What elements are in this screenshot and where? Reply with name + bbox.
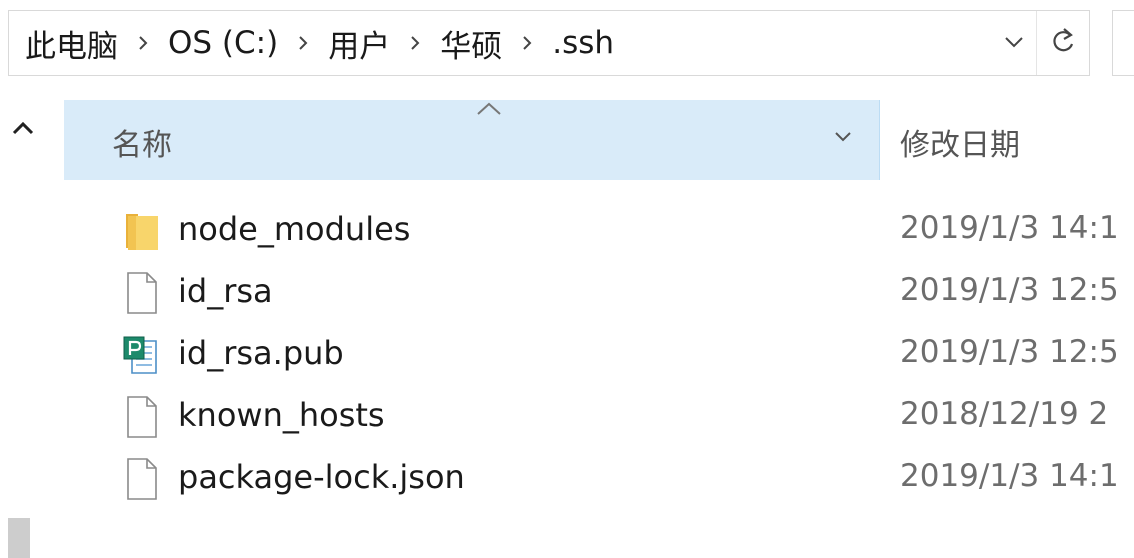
column-header-name[interactable]: 名称 — [64, 100, 880, 180]
sort-ascending-icon — [476, 100, 502, 120]
file-date: 2019/1/3 14:1 — [900, 458, 1119, 494]
folder-icon — [120, 206, 164, 256]
file-icon — [120, 392, 164, 442]
scroll-up-arrow-icon[interactable] — [12, 120, 34, 139]
list-item[interactable]: node_modules 2019/1/3 14:1 — [120, 200, 1134, 262]
chevron-down-icon[interactable] — [834, 128, 852, 147]
column-header-name-label: 名称 — [112, 128, 172, 163]
address-history-button[interactable] — [992, 11, 1036, 75]
scroll-thumb[interactable] — [8, 518, 30, 558]
file-name: id_rsa — [178, 272, 273, 310]
file-name: package-lock.json — [178, 458, 465, 496]
list-item[interactable]: package-lock.json 2019/1/3 14:1 — [120, 448, 1134, 510]
file-name: node_modules — [178, 210, 411, 248]
file-icon — [120, 268, 164, 318]
chevron-right-icon[interactable] — [278, 35, 328, 51]
chevron-down-icon — [1004, 34, 1024, 53]
breadcrumb: 此电脑 OS (C:) 用户 华硕 .ssh — [9, 21, 992, 66]
list-item[interactable]: id_rsa.pub 2019/1/3 12:5 — [120, 324, 1134, 386]
breadcrumb-asus[interactable]: 华硕 — [440, 21, 502, 66]
breadcrumb-users[interactable]: 用户 — [328, 21, 390, 66]
breadcrumb-os-c[interactable]: OS (C:) — [168, 25, 278, 61]
column-header-date-modified[interactable]: 修改日期 — [900, 120, 1020, 164]
column-header-row: 名称 修改日期 — [64, 100, 1134, 180]
chevron-right-icon[interactable] — [390, 35, 440, 51]
address-bar[interactable]: 此电脑 OS (C:) 用户 华硕 .ssh — [8, 10, 1090, 76]
breadcrumb-this-pc[interactable]: 此电脑 — [25, 21, 118, 66]
file-date: 2019/1/3 12:5 — [900, 272, 1119, 308]
refresh-button[interactable] — [1036, 11, 1089, 75]
file-date: 2019/1/3 14:1 — [900, 210, 1119, 246]
file-date: 2019/1/3 12:5 — [900, 334, 1119, 370]
chevron-right-icon[interactable] — [502, 35, 552, 51]
refresh-icon — [1050, 26, 1076, 60]
list-item[interactable]: known_hosts 2018/12/19 2 — [120, 386, 1134, 448]
publisher-file-icon — [120, 330, 164, 380]
file-icon — [120, 454, 164, 504]
chevron-right-icon[interactable] — [118, 35, 168, 51]
file-name: id_rsa.pub — [178, 334, 344, 372]
search-box[interactable] — [1112, 10, 1134, 76]
file-list: node_modules 2019/1/3 14:1 id_rsa 2019/1… — [120, 200, 1134, 510]
file-date: 2018/12/19 2 — [900, 396, 1109, 432]
nav-pane-scrollbar[interactable] — [0, 98, 50, 558]
breadcrumb-ssh[interactable]: .ssh — [552, 25, 614, 61]
file-name: known_hosts — [178, 396, 385, 434]
list-item[interactable]: id_rsa 2019/1/3 12:5 — [120, 262, 1134, 324]
